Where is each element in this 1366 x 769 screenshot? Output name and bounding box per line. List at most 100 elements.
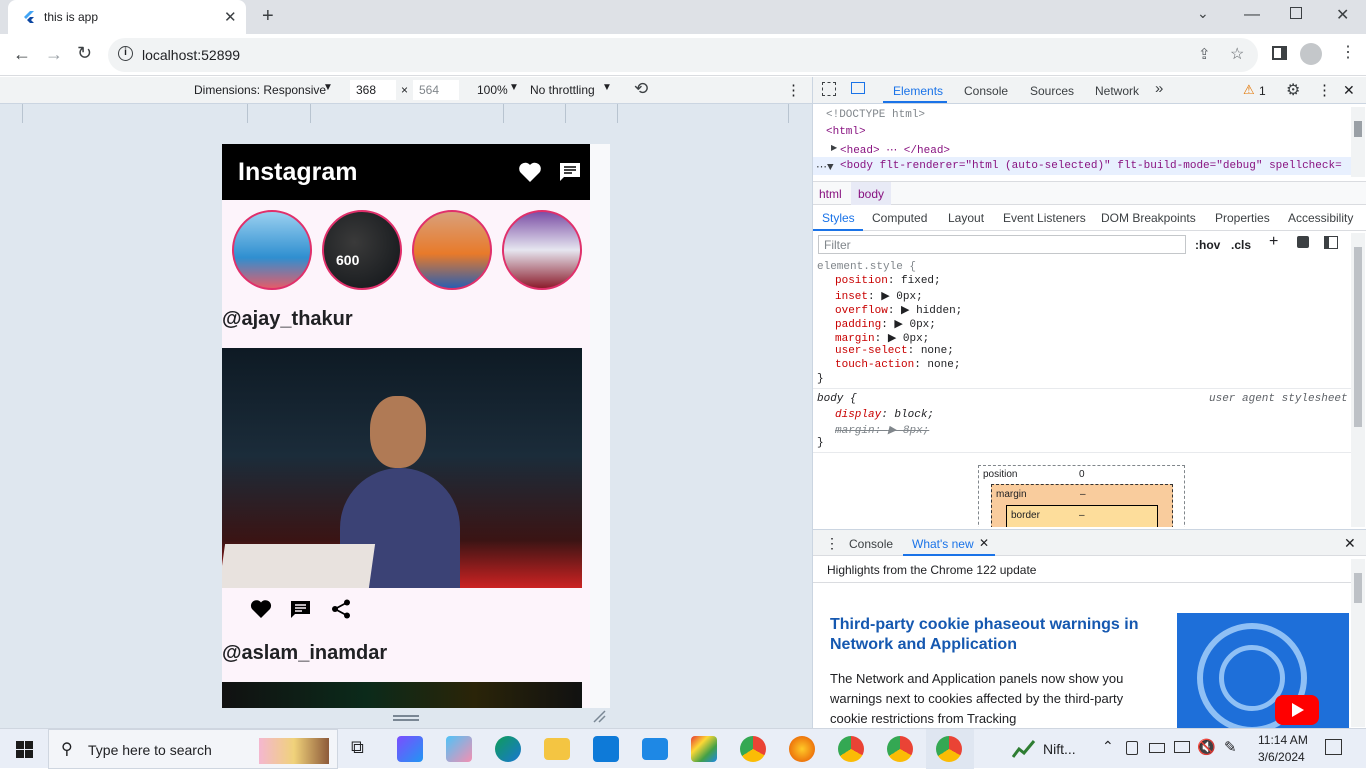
tab-layout[interactable]: Layout [948,211,984,225]
chrome-icon[interactable] [838,736,864,762]
box-model-position[interactable]: position 0 margin – border – [978,465,1185,527]
resize-corner-icon[interactable] [592,709,606,723]
drawer-tab-console[interactable]: Console [849,537,893,551]
dom-line-doctype[interactable]: <!DOCTYPE html> [826,109,925,121]
article-video-thumbnail[interactable] [1177,613,1349,728]
task-view-icon[interactable]: ⧉ [351,737,364,758]
article-title-link[interactable]: Third-party cookie phaseout warnings in … [830,615,1140,655]
heart-icon[interactable] [518,161,542,183]
css-declaration[interactable]: padding: ▶ 0px; [835,317,962,331]
settings-gear-icon[interactable]: ⚙ [1286,80,1300,100]
device-toggle-icon[interactable] [851,82,865,94]
rotate-icon[interactable]: ⟲ [634,79,648,99]
tab-search-icon[interactable]: ⌄ [1197,5,1209,22]
css-declaration[interactable]: user-select: none; [835,345,962,359]
menu-kebab-icon[interactable]: ⋮ [1340,42,1356,62]
chevron-up-icon[interactable]: ⌃ [1102,738,1114,755]
usb-icon[interactable] [1126,741,1138,755]
like-icon[interactable] [250,599,272,619]
more-tabs-icon[interactable]: » [1155,80,1163,97]
story-avatar[interactable]: 600 [322,210,402,290]
post-username[interactable]: @aslam_inamdar [222,642,387,665]
devtools-menu-icon[interactable]: ⋮ [1317,81,1332,99]
css-declaration[interactable]: overflow: ▶ hidden; [835,303,962,317]
stock-chart-icon[interactable] [1012,739,1036,759]
box-model-margin[interactable]: margin – border – [991,484,1173,527]
taskbar-search-box[interactable]: ⚲ Type here to search [48,729,338,769]
tab-console[interactable]: Console [964,84,1008,98]
network-icon[interactable] [1174,741,1190,753]
tab-dom-breakpoints[interactable]: DOM Breakpoints [1101,211,1196,225]
clock-date[interactable]: 3/6/2024 [1258,750,1305,764]
close-drawer-icon[interactable]: ✕ [1344,535,1356,552]
close-window-icon[interactable]: ✕ [1336,5,1349,25]
copilot-icon[interactable] [397,736,423,762]
css-declaration[interactable]: touch-action: none; [835,359,962,373]
box-model-border-value[interactable]: – [1079,510,1085,521]
story-avatar[interactable] [502,210,582,290]
story-avatar[interactable] [232,210,312,290]
tab-network[interactable]: Network [1095,84,1139,98]
restore-icon[interactable] [1290,7,1302,19]
close-tab-icon[interactable]: ✕ [224,8,237,26]
nifty-widget-label[interactable]: Nift... [1043,741,1076,757]
message-icon[interactable] [559,162,581,182]
width-input[interactable]: 368 [350,80,396,100]
share-icon[interactable] [331,599,351,619]
mail-icon[interactable] [642,738,668,760]
new-rule-icon[interactable]: + [1269,233,1278,251]
reload-icon[interactable]: ↻ [77,43,92,64]
breadcrumb-body[interactable]: body [851,182,892,205]
post-image[interactable] [222,348,582,588]
styles-filter-input[interactable]: Filter [818,235,1186,254]
drawer-tab-whats-new[interactable]: What's new [912,537,974,551]
device-menu-icon[interactable]: ⋮ [786,81,801,99]
dom-scrollbar[interactable] [1351,107,1365,177]
throttling-dropdown[interactable]: No throttling [530,83,595,97]
share-icon[interactable]: ⇪ [1198,45,1211,63]
battery-icon[interactable] [1149,743,1165,753]
profile-avatar[interactable] [1300,43,1322,65]
vscode-icon[interactable] [593,736,619,762]
css-declaration-overridden[interactable]: margin: ▶ 8px; [835,423,934,437]
clock-time[interactable]: 11:14 AM [1258,733,1308,747]
resize-handle-bottom[interactable] [393,715,419,721]
youtube-play-icon[interactable] [1275,695,1319,725]
tab-sources[interactable]: Sources [1030,84,1074,98]
back-icon[interactable]: ← [13,44,31,65]
css-declaration[interactable]: inset: ▶ 0px; [835,289,962,303]
paint-icon[interactable] [446,736,472,762]
cls-toggle[interactable]: .cls [1231,238,1251,252]
address-bar[interactable]: i localhost:52899 ⇪ ☆ [108,38,1258,72]
forward-icon[interactable]: → [45,44,63,65]
css-declaration[interactable]: position: fixed; [835,275,962,289]
pen-icon[interactable]: ✎ [1224,738,1237,756]
file-explorer-icon[interactable] [544,738,570,760]
tab-accessibility[interactable]: Accessibility [1288,211,1353,225]
box-model-position-value[interactable]: 0 [1079,469,1085,480]
issues-count[interactable]: 1 [1259,84,1266,98]
photos-icon[interactable] [691,736,717,762]
new-tab-icon[interactable]: + [262,5,274,28]
drawer-menu-icon[interactable]: ⋮ [825,535,839,552]
css-declaration[interactable]: margin: ▶ 0px; [835,331,962,345]
inspect-element-icon[interactable] [822,82,836,96]
dom-line-body[interactable]: <body flt-renderer="html (auto-selected)… [840,160,1342,172]
zoom-dropdown[interactable]: 100% [477,83,508,97]
box-model-margin-value[interactable]: – [1080,489,1086,500]
computed-sidebar-icon[interactable] [1324,236,1338,249]
drawer-scrollbar[interactable] [1351,559,1365,727]
chrome-icon[interactable] [740,736,766,762]
side-panel-icon[interactable] [1272,46,1287,60]
hov-toggle[interactable]: :hov [1195,238,1220,252]
story-avatar[interactable] [412,210,492,290]
expand-arrow-icon[interactable]: ▶ [831,143,837,153]
firefox-icon[interactable] [789,736,815,762]
box-model-border[interactable]: border – [1006,505,1158,527]
tab-properties[interactable]: Properties [1215,211,1270,225]
volume-muted-icon[interactable]: 🔇 [1197,738,1216,756]
tab-elements[interactable]: Elements [893,84,943,98]
notification-icon[interactable] [1325,739,1342,755]
breadcrumb-html[interactable]: html [819,187,842,201]
tab-styles[interactable]: Styles [822,211,855,225]
